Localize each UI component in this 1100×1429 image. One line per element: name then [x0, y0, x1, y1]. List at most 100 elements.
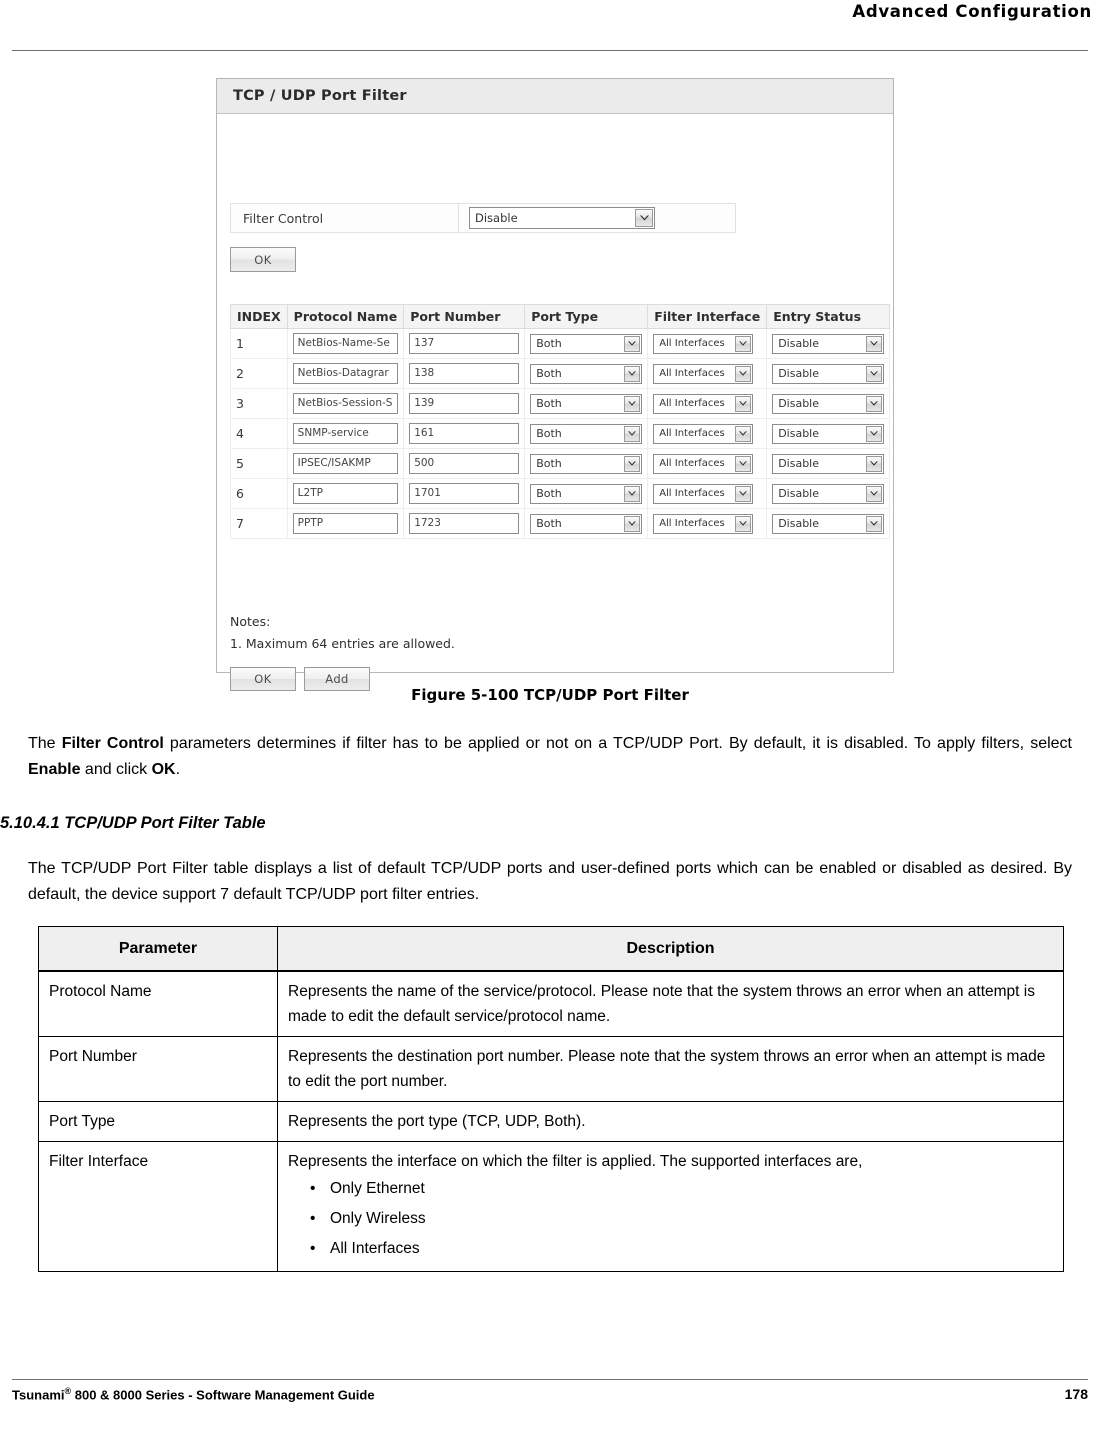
port-type-value: Both — [536, 397, 562, 410]
description-column-header: Description — [277, 926, 1064, 972]
column-header-port-type: Port Type — [524, 304, 649, 329]
port-number-cell: 138 — [403, 358, 526, 389]
table-row: 6 L2TP 1701 Both All Interfaces Disable — [230, 478, 891, 509]
filter-interface-select[interactable]: All Interfaces — [653, 393, 754, 414]
port-type-select[interactable]: Both — [530, 453, 643, 474]
port-number-input[interactable]: 139 — [409, 393, 520, 414]
chevron-down-icon — [866, 515, 883, 532]
port-type-select[interactable]: Both — [530, 333, 643, 354]
param-description-with-bullets: Represents the interface on which the fi… — [277, 1141, 1064, 1272]
port-number-input[interactable]: 1701 — [409, 483, 520, 504]
port-type-select[interactable]: Both — [530, 513, 643, 534]
row-index: 6 — [230, 478, 288, 509]
page-header-title: Advanced Configuration — [852, 2, 1092, 21]
entry-status-select[interactable]: Disable — [772, 393, 885, 414]
filter-control-select-cell: Disable — [459, 204, 735, 232]
filter-control-select[interactable]: Disable — [469, 207, 655, 229]
entry-status-select[interactable]: Disable — [772, 483, 885, 504]
port-type-select[interactable]: Both — [530, 393, 643, 414]
port-number-input[interactable]: 1723 — [409, 513, 520, 534]
entry-status-select[interactable]: Disable — [772, 333, 885, 354]
port-type-cell: Both — [524, 448, 649, 479]
filter-interface-select[interactable]: All Interfaces — [653, 513, 754, 534]
table-row: 7 PPTP 1723 Both All Interfaces Disable — [230, 508, 891, 539]
table-row: 2 NetBios-Datagrar 138 Both All Interfac… — [230, 358, 891, 389]
port-number-input[interactable]: 138 — [409, 363, 520, 384]
chevron-down-icon — [624, 395, 641, 412]
filter-interface-select[interactable]: All Interfaces — [653, 453, 754, 474]
filter-interface-cell: All Interfaces — [647, 328, 768, 359]
port-type-value: Both — [536, 457, 562, 470]
protocol-name-input[interactable]: NetBios-Session-S — [292, 393, 398, 414]
port-type-select[interactable]: Both — [530, 423, 643, 444]
table-row: Filter Interface Represents the interfac… — [38, 1141, 1064, 1272]
chevron-down-icon — [866, 365, 883, 382]
chevron-down-icon — [624, 335, 641, 352]
filter-interface-select[interactable]: All Interfaces — [653, 363, 754, 384]
table-header-row: INDEX Protocol Name Port Number Port Typ… — [230, 304, 891, 329]
table-row: 5 IPSEC/ISAKMP 500 Both All Interfaces D… — [230, 448, 891, 479]
entry-status-select[interactable]: Disable — [772, 453, 885, 474]
port-type-value: Both — [536, 337, 562, 350]
port-number-input[interactable]: 500 — [409, 453, 520, 474]
chevron-down-icon — [624, 515, 641, 532]
chevron-down-icon — [866, 395, 883, 412]
port-number-cell: 137 — [403, 328, 526, 359]
port-number-cell: 1723 — [403, 508, 526, 539]
ok-button-top[interactable]: OK — [230, 247, 296, 272]
table-row: Port Number Represents the destination p… — [38, 1036, 1064, 1102]
filter-interface-value: All Interfaces — [659, 428, 725, 439]
column-header-protocol-name: Protocol Name — [286, 304, 405, 329]
protocol-name-cell: NetBios-Name-Se — [286, 328, 405, 359]
chevron-down-icon — [624, 425, 641, 442]
protocol-name-input[interactable]: PPTP — [292, 513, 398, 534]
protocol-name-input[interactable]: SNMP-service — [292, 423, 398, 444]
chevron-down-icon — [624, 365, 641, 382]
para1-bold-enable: Enable — [28, 761, 81, 778]
port-number-input[interactable]: 137 — [409, 333, 520, 354]
entry-status-value: Disable — [778, 337, 820, 350]
protocol-name-input[interactable]: NetBios-Datagrar — [292, 363, 398, 384]
notes-item-1: 1. Maximum 64 entries are allowed. — [230, 636, 455, 651]
entry-status-select[interactable]: Disable — [772, 513, 885, 534]
chevron-down-icon — [866, 485, 883, 502]
row-index: 7 — [230, 508, 288, 539]
protocol-name-input[interactable]: IPSEC/ISAKMP — [292, 453, 398, 474]
chevron-down-icon — [735, 455, 752, 472]
column-header-index: INDEX — [230, 304, 288, 329]
entry-status-cell: Disable — [766, 388, 891, 419]
port-number-input[interactable]: 161 — [409, 423, 520, 444]
filter-interface-value: All Interfaces — [659, 368, 725, 379]
param-description: Represents the port type (TCP, UDP, Both… — [277, 1101, 1064, 1142]
protocol-name-cell: IPSEC/ISAKMP — [286, 448, 405, 479]
entry-status-cell: Disable — [766, 478, 891, 509]
entry-status-select[interactable]: Disable — [772, 363, 885, 384]
filter-interface-value: All Interfaces — [659, 338, 725, 349]
port-type-select[interactable]: Both — [530, 483, 643, 504]
chevron-down-icon — [866, 335, 883, 352]
protocol-name-cell: PPTP — [286, 508, 405, 539]
filter-control-row: Filter Control Disable — [230, 203, 736, 233]
chevron-down-icon — [635, 209, 653, 227]
param-name: Port Type — [38, 1101, 278, 1142]
port-type-cell: Both — [524, 388, 649, 419]
port-filter-table: INDEX Protocol Name Port Number Port Typ… — [230, 304, 891, 539]
table-row: 1 NetBios-Name-Se 137 Both All Interface… — [230, 328, 891, 359]
footer-guide-title: Tsunami® 800 & 8000 Series - Software Ma… — [12, 1386, 375, 1402]
port-number-cell: 1701 — [403, 478, 526, 509]
param-description-intro: Represents the interface on which the fi… — [288, 1153, 863, 1170]
entry-status-cell: Disable — [766, 508, 891, 539]
chevron-down-icon — [735, 335, 752, 352]
paragraph-port-filter-table: The TCP/UDP Port Filter table displays a… — [28, 860, 1072, 903]
column-header-port-number: Port Number — [403, 304, 526, 329]
filter-interface-select[interactable]: All Interfaces — [653, 483, 754, 504]
list-item: All Interfaces — [288, 1234, 1053, 1264]
filter-interface-select[interactable]: All Interfaces — [653, 423, 754, 444]
entry-status-select[interactable]: Disable — [772, 423, 885, 444]
protocol-name-input[interactable]: L2TP — [292, 483, 398, 504]
protocol-name-input[interactable]: NetBios-Name-Se — [292, 333, 398, 354]
port-type-select[interactable]: Both — [530, 363, 643, 384]
entry-status-value: Disable — [778, 367, 820, 380]
filter-interface-select[interactable]: All Interfaces — [653, 333, 754, 354]
filter-interface-cell: All Interfaces — [647, 388, 768, 419]
